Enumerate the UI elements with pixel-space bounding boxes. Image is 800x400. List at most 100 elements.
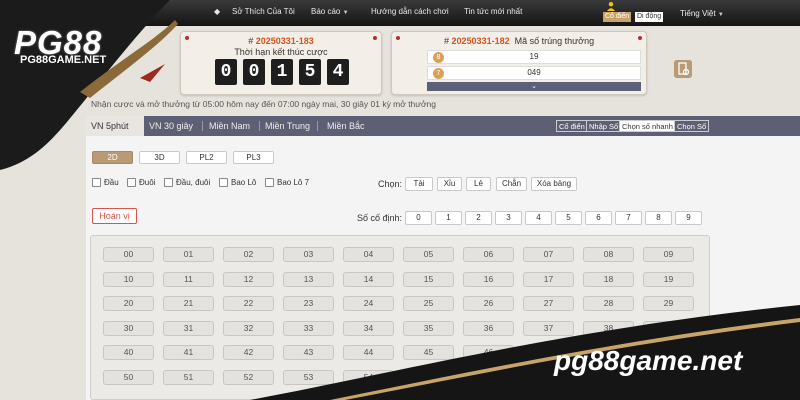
number-button[interactable]: 11 bbox=[163, 271, 214, 287]
fixed-digit-button[interactable]: 1 bbox=[435, 211, 462, 225]
option-bao-lo[interactable]: Bao Lô bbox=[219, 178, 256, 187]
number-button[interactable]: 54 bbox=[343, 369, 394, 385]
number-button[interactable]: 12 bbox=[223, 271, 274, 287]
expand-results-button[interactable]: ⌄ bbox=[427, 82, 641, 91]
number-button[interactable]: 42 bbox=[223, 345, 274, 360]
fixed-digit-button[interactable]: 5 bbox=[555, 211, 582, 225]
nav-item-report[interactable]: Báo cáo ▼ bbox=[311, 7, 349, 16]
number-button[interactable]: 29 bbox=[643, 296, 694, 311]
number-button[interactable]: 03 bbox=[283, 247, 334, 262]
number-button[interactable]: 28 bbox=[583, 296, 634, 311]
option-dau-duoi[interactable]: Đầu, đuôi bbox=[164, 178, 210, 187]
mode-tab-classic[interactable]: Cổ điển bbox=[556, 120, 588, 132]
number-button[interactable]: 20 bbox=[103, 296, 154, 311]
choose-le-button[interactable]: Lẻ bbox=[466, 177, 491, 191]
checkbox[interactable] bbox=[219, 178, 228, 187]
option-dau[interactable]: Đầu bbox=[92, 178, 119, 187]
checkbox[interactable] bbox=[164, 178, 173, 187]
option-duoi[interactable]: Đuôi bbox=[127, 178, 155, 187]
number-button[interactable]: 50 bbox=[103, 369, 154, 385]
number-button[interactable]: 34 bbox=[343, 320, 394, 336]
number-button[interactable]: 18 bbox=[583, 271, 634, 287]
number-button[interactable]: 05 bbox=[403, 247, 454, 262]
number-button[interactable]: 14 bbox=[343, 271, 394, 287]
permute-button[interactable]: Hoán vị bbox=[92, 208, 137, 224]
number-button[interactable]: 04 bbox=[343, 247, 394, 262]
fixed-digit-button[interactable]: 7 bbox=[615, 211, 642, 225]
number-button[interactable]: 46 bbox=[463, 345, 514, 360]
number-button[interactable]: 39 bbox=[643, 320, 694, 336]
mode-tab-enter-number[interactable]: Nhập Số bbox=[586, 120, 622, 132]
number-button[interactable]: 38 bbox=[583, 320, 634, 336]
number-button[interactable]: 36 bbox=[463, 320, 514, 336]
fixed-digit-button[interactable]: 9 bbox=[675, 211, 702, 225]
number-button[interactable]: 56 bbox=[463, 369, 514, 385]
number-button[interactable]: 37 bbox=[523, 320, 574, 336]
number-button[interactable]: 55 bbox=[403, 369, 454, 385]
tab-mien-nam[interactable]: Miền Nam bbox=[204, 116, 255, 136]
number-button[interactable]: 13 bbox=[283, 271, 334, 287]
nav-item-favorites[interactable]: Sở Thích Của Tôi bbox=[232, 7, 295, 16]
tab-vn-5phut[interactable]: VN 5phút bbox=[86, 116, 144, 136]
checkbox[interactable] bbox=[92, 178, 101, 187]
language-select[interactable]: Tiếng Việt ▼ bbox=[680, 9, 724, 18]
fixed-digit-button[interactable]: 6 bbox=[585, 211, 612, 225]
nav-item-guide[interactable]: Hướng dẫn cách chơi bbox=[371, 7, 449, 16]
number-button[interactable]: 16 bbox=[463, 271, 514, 287]
number-button[interactable]: 07 bbox=[523, 247, 574, 262]
checkbox[interactable] bbox=[265, 178, 274, 187]
tab-mien-trung[interactable]: Miền Trung bbox=[260, 116, 315, 136]
number-button[interactable]: 27 bbox=[523, 296, 574, 311]
document-icon[interactable] bbox=[674, 60, 692, 78]
option-bao-lo-7[interactable]: Bao Lô 7 bbox=[265, 178, 309, 187]
tab-mien-bac[interactable]: Miền Bắc bbox=[322, 116, 370, 136]
checkbox[interactable] bbox=[127, 178, 136, 187]
number-button[interactable]: 51 bbox=[163, 369, 214, 385]
mode-mobile-toggle[interactable]: Di động bbox=[635, 12, 664, 22]
number-button[interactable]: 21 bbox=[163, 296, 214, 311]
number-button[interactable]: 19 bbox=[643, 271, 694, 287]
number-button[interactable]: 52 bbox=[223, 369, 274, 385]
number-button[interactable]: 08 bbox=[583, 247, 634, 262]
number-button[interactable]: 01 bbox=[163, 247, 214, 262]
mode-classic-toggle[interactable]: Cổ điển bbox=[603, 12, 632, 22]
fixed-digit-button[interactable]: 3 bbox=[495, 211, 522, 225]
tab-vn-30-giay[interactable]: VN 30 giây bbox=[144, 116, 198, 136]
number-button[interactable]: 17 bbox=[523, 271, 574, 287]
number-button[interactable]: 44 bbox=[343, 345, 394, 360]
choose-xiu-button[interactable]: Xỉu bbox=[437, 177, 462, 191]
number-button[interactable]: 00 bbox=[103, 247, 154, 262]
number-button[interactable]: 43 bbox=[283, 345, 334, 360]
number-button[interactable]: 35 bbox=[403, 320, 454, 336]
number-button[interactable]: 32 bbox=[223, 320, 274, 336]
number-button[interactable]: 45 bbox=[403, 345, 454, 360]
bet-type-3d[interactable]: 3D bbox=[139, 151, 180, 164]
number-button[interactable]: 26 bbox=[463, 296, 514, 311]
number-button[interactable]: 41 bbox=[163, 345, 214, 360]
number-button[interactable]: 31 bbox=[163, 320, 214, 336]
fixed-digit-button[interactable]: 0 bbox=[405, 211, 432, 225]
fixed-digit-button[interactable]: 2 bbox=[465, 211, 492, 225]
bet-type-pl2[interactable]: PL2 bbox=[186, 151, 227, 164]
number-button[interactable]: 33 bbox=[283, 320, 334, 336]
choose-tai-button[interactable]: Tài bbox=[405, 177, 433, 191]
number-button[interactable]: 53 bbox=[283, 369, 334, 385]
number-button[interactable]: 24 bbox=[343, 296, 394, 311]
nav-item-news[interactable]: Tin tức mới nhất bbox=[464, 7, 522, 16]
number-button[interactable]: 30 bbox=[103, 320, 154, 336]
number-button[interactable]: 40 bbox=[103, 345, 154, 360]
bet-type-pl3[interactable]: PL3 bbox=[233, 151, 274, 164]
number-button[interactable]: 10 bbox=[103, 271, 154, 287]
number-button[interactable]: 02 bbox=[223, 247, 274, 262]
fixed-digit-button[interactable]: 4 bbox=[525, 211, 552, 225]
fixed-digit-button[interactable]: 8 bbox=[645, 211, 672, 225]
number-button[interactable]: 15 bbox=[403, 271, 454, 287]
choose-chan-button[interactable]: Chẵn bbox=[496, 177, 527, 191]
clear-board-button[interactable]: Xóa bảng bbox=[531, 177, 577, 191]
number-button[interactable]: 25 bbox=[403, 296, 454, 311]
number-button[interactable]: 09 bbox=[643, 247, 694, 262]
number-button[interactable]: 23 bbox=[283, 296, 334, 311]
number-button[interactable]: 22 bbox=[223, 296, 274, 311]
bet-type-2d[interactable]: 2D bbox=[92, 151, 133, 164]
number-button[interactable]: 06 bbox=[463, 247, 514, 262]
